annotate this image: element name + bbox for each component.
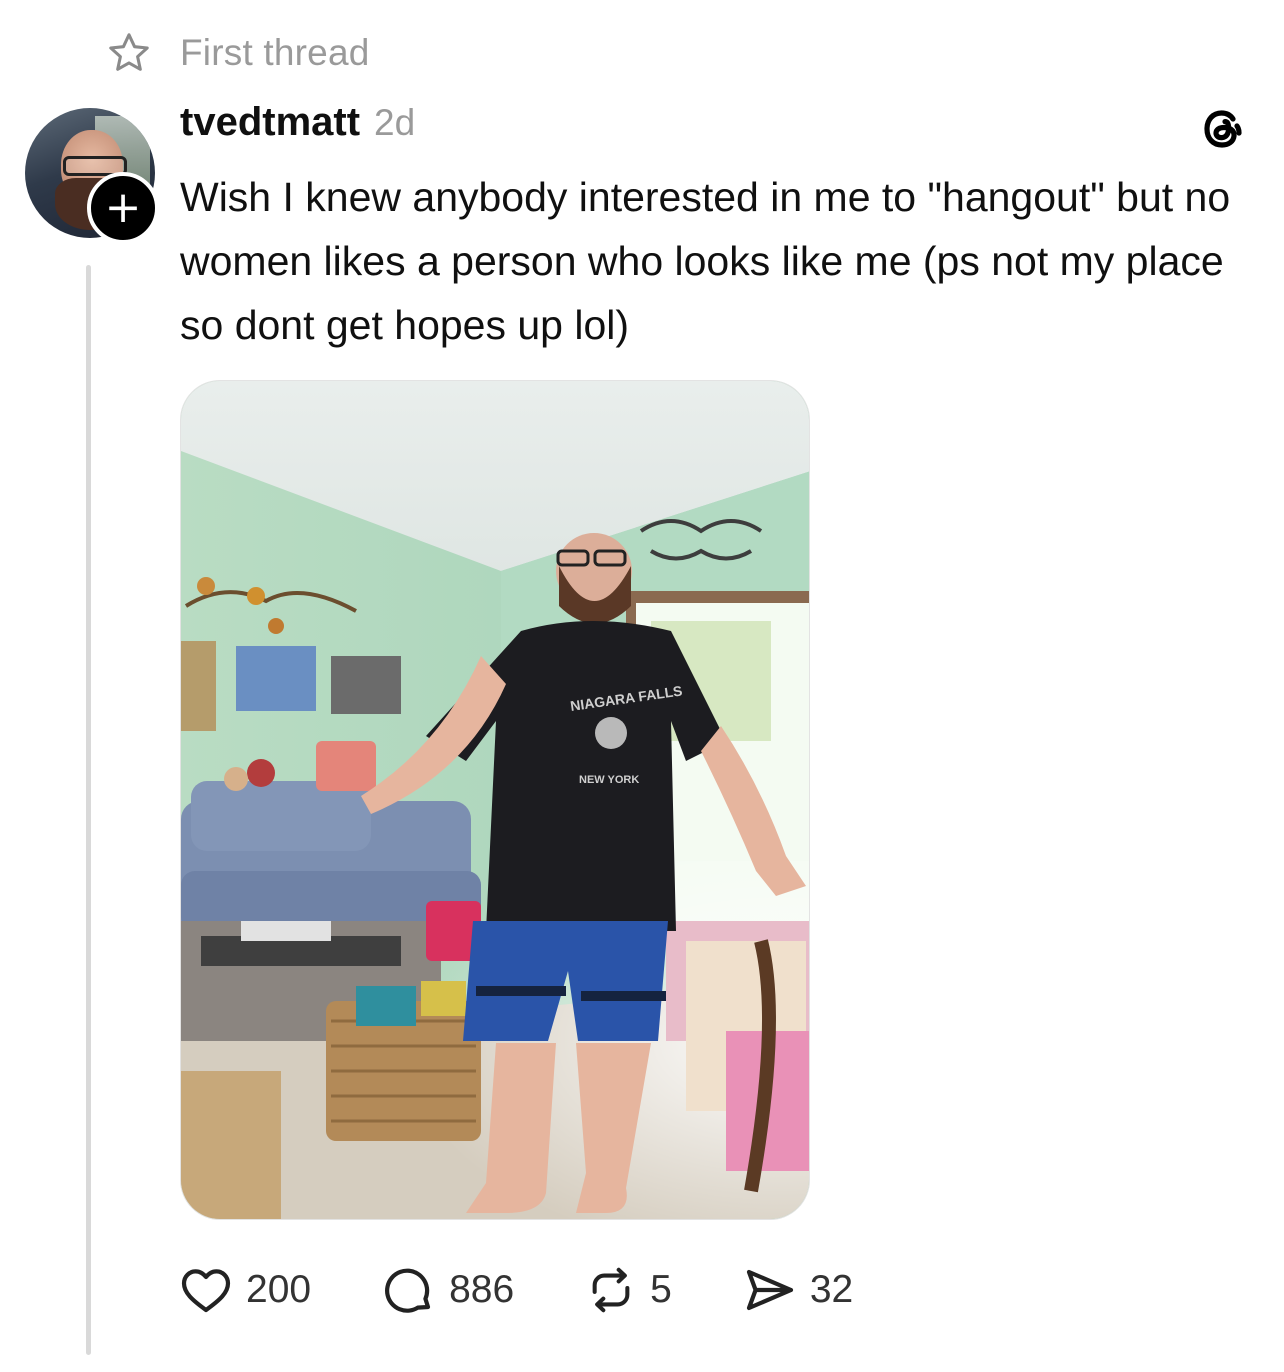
follow-plus-button[interactable]: + — [87, 172, 159, 244]
repost-count: 5 — [650, 1268, 672, 1311]
post-author-row: tvedtmatt 2d — [180, 100, 415, 150]
threads-logo-icon — [1196, 102, 1248, 156]
reply-button[interactable]: 886 — [383, 1264, 514, 1316]
post-photo[interactable]: NIAGARA FALLS NEW YORK — [180, 380, 810, 1220]
share-count: 32 — [809, 1268, 854, 1311]
thread-label-text: First thread — [180, 32, 370, 73]
post-text: Wish I knew anybody interested in me to … — [180, 174, 1231, 348]
thread-connector-line — [86, 265, 91, 1355]
heart-icon — [180, 1265, 232, 1315]
star-icon[interactable] — [106, 30, 152, 76]
username[interactable]: tvedtmatt — [180, 100, 360, 145]
post-actions: 200 886 5 32 — [180, 1262, 925, 1318]
like-count: 200 — [246, 1268, 312, 1311]
reply-bubble-icon — [383, 1264, 435, 1316]
like-button[interactable]: 200 — [180, 1265, 311, 1315]
thread-label[interactable]: First thread — [106, 30, 370, 76]
share-send-icon — [744, 1265, 796, 1315]
share-button[interactable]: 32 — [744, 1265, 853, 1315]
reply-count: 886 — [449, 1268, 515, 1311]
repost-button[interactable]: 5 — [586, 1265, 672, 1315]
shirt-print-bottom: NEW YORK — [579, 774, 639, 786]
post-timestamp: 2d — [374, 102, 416, 143]
repost-icon — [586, 1265, 636, 1315]
